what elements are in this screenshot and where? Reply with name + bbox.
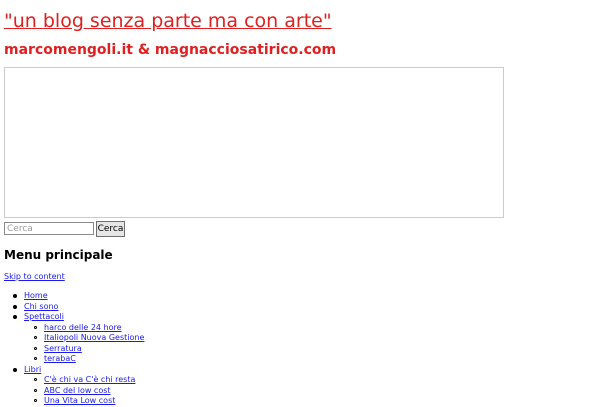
- submenu-item: Serratura: [24, 344, 144, 355]
- menu-link-chi-sono[interactable]: Chi sono: [24, 302, 58, 311]
- menu-link-home[interactable]: Home: [24, 291, 48, 300]
- submenu-libri: C'è chi va C'è chi resta ABC del low cos…: [24, 375, 144, 407]
- skip-to-content-link[interactable]: Skip to content: [4, 272, 65, 281]
- search-button[interactable]: Cerca: [96, 221, 125, 237]
- menu-item-spettacoli: Spettacoli harco delle 24 hore Italiopol…: [0, 312, 144, 365]
- submenu-item: C'è chi va C'è chi resta: [24, 375, 144, 386]
- submenu-link-vita-low-cost[interactable]: Una Vita Low cost: [44, 396, 115, 405]
- site-description: marcomengoli.it & magnacciosatirico.com: [4, 42, 337, 58]
- main-menu: Home Chi sono Spettacoli harco delle 24 …: [0, 291, 144, 407]
- submenu-item: Italiopoli Nuova Gestione: [24, 333, 144, 344]
- submenu-item: ABC del low cost: [24, 386, 144, 397]
- menu-item-libri: Libri C'è chi va C'è chi resta ABC del l…: [0, 365, 144, 407]
- submenu-item: terabaC: [24, 354, 144, 365]
- search-input[interactable]: [4, 222, 94, 235]
- menu-item-chi-sono: Chi sono: [0, 302, 144, 313]
- site-title: "un blog senza parte ma con arte": [4, 9, 332, 33]
- submenu-link-ce-chi-va[interactable]: C'è chi va C'è chi resta: [44, 375, 135, 384]
- header-image: [4, 67, 504, 218]
- site-title-link[interactable]: "un blog senza parte ma con arte": [4, 10, 332, 32]
- submenu-link-abc-low-cost[interactable]: ABC del low cost: [44, 386, 111, 395]
- submenu-link-italiopoli[interactable]: Italiopoli Nuova Gestione: [44, 333, 144, 342]
- menu-heading: Menu principale: [4, 248, 113, 262]
- submenu-link-harco[interactable]: harco delle 24 hore: [44, 323, 122, 332]
- submenu-link-serratura[interactable]: Serratura: [44, 344, 82, 353]
- menu-link-libri[interactable]: Libri: [24, 365, 41, 374]
- submenu-item: Una Vita Low cost: [24, 396, 144, 407]
- submenu-link-terabac[interactable]: terabaC: [44, 354, 76, 363]
- submenu-spettacoli: harco delle 24 hore Italiopoli Nuova Ges…: [24, 323, 144, 365]
- menu-item-home: Home: [0, 291, 144, 302]
- menu-link-spettacoli[interactable]: Spettacoli: [24, 312, 64, 321]
- submenu-item: harco delle 24 hore: [24, 323, 144, 334]
